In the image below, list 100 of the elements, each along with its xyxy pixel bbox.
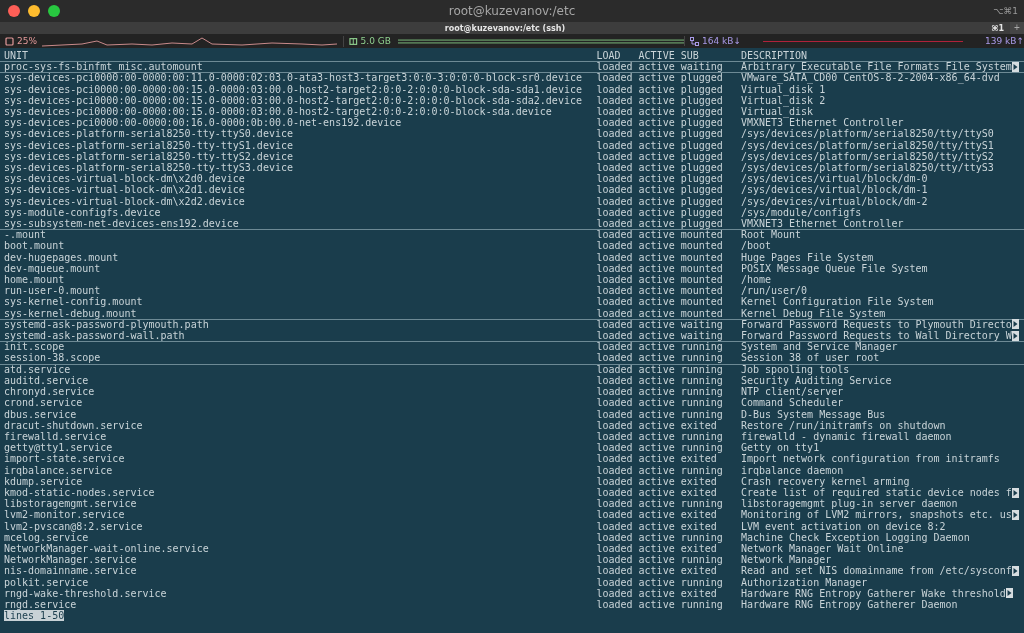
load-cell-text: loaded [596,341,634,353]
active-cell-text: active [638,150,676,163]
unit-cell-text: sys-devices-platform-serial8250-tty-ttyS0.device [4,128,293,140]
load-cell-text: loaded [596,386,634,398]
unit-cell-text: boot.mount [4,240,66,252]
sub-cell-text: exited [680,542,717,555]
unit-cell-text: chronyd.service [4,386,96,398]
description-cell: Huge Pages File System [740,251,874,263]
unit-cell-text: dev-mqueue.mount [4,262,101,275]
load-cell-text: loaded [596,374,634,387]
sub-cell-text: exited [680,520,718,532]
load-cell-text: loaded [596,498,634,510]
active-cell-text: active [638,464,676,476]
description-cell: Restore /run/initramfs on shutdown [740,419,946,431]
description-cell: System and Service Manager [740,341,898,353]
active-cell-text: active [638,554,676,566]
sub-cell-text: plugged [680,206,724,219]
load-cell-text: loaded [596,251,634,263]
close-button[interactable] [8,5,20,17]
unit-cell-text: sys-devices-platform-serial8250-tty-ttyS3.device [4,162,294,174]
sub-cell-text: running [680,430,724,443]
description-cell: Create list of required static device nodes f [740,486,1012,499]
unit-cell-text: crond.service [4,397,83,409]
sub-cell-text: running [680,352,724,364]
description-cell: Session 38 of user root [740,352,880,364]
active-cell-text: active [638,341,676,353]
active-cell-text: active [638,139,676,151]
active-cell-text: active [638,318,676,331]
upload-rate: 139 kB↑ [985,36,1024,46]
load-cell-text: loaded [596,565,634,577]
load-cell-text: loaded [596,419,634,431]
load-cell-text: loaded [596,240,634,252]
active-cell-text: active [638,218,676,230]
unit-cell-text: import-state.service [4,453,126,465]
sub-cell-text: running [680,386,724,398]
description-cell: Command Scheduler [740,397,844,409]
load-cell-text: loaded [596,307,634,319]
load-cell-text: loaded [596,274,634,286]
new-tab-button[interactable]: + [1010,22,1024,34]
load-cell-text: loaded [596,117,634,129]
active-cell-text: active [638,330,676,342]
load-cell-text: loaded [596,352,634,364]
unit-cell-text: systemd-ask-password-plymouth.path [4,318,210,331]
active-cell-text: active [638,408,676,420]
sub-cell-text: plugged [680,128,724,140]
sub-cell-text: running [680,442,724,454]
active-cell-text: active [638,83,676,95]
unit-cell-text: dev-hugepages.mount [4,251,120,263]
active-cell-text: active [638,430,676,443]
load-cell-text: loaded [596,139,634,151]
load-cell-text: loaded [596,150,634,163]
column-header: LOAD [596,50,622,62]
load-cell-text: loaded [596,453,634,465]
description-cell: Arbitrary Executable File Formats File System [740,61,1012,73]
description-cell: Job spooling tools [740,363,850,375]
description-cell: firewalld - dynamic firewall daemon [740,430,952,443]
load-cell-text: loaded [596,128,634,140]
description-cell: Virtual_disk 2 [740,94,826,106]
active-cell-text: active [638,531,676,543]
active-cell-text: active [638,117,676,129]
description-cell: Forward Password Requests to Plymouth Directo [740,318,1012,331]
active-cell-text: active [638,296,676,308]
active-cell-text: active [638,173,676,185]
sub-cell-text: plugged [680,117,724,129]
sub-cell-text: plugged [680,72,724,84]
load-cell-text: loaded [596,162,634,174]
unit-cell-text: systemd-ask-password-wall.path [4,330,186,342]
sub-cell-text: running [680,498,724,510]
sub-cell-text: exited [680,565,717,577]
sub-cell-text: running [680,397,724,409]
minimize-button[interactable] [28,5,40,17]
unit-cell-text: run-user-0.mount [4,285,102,297]
unit-cell-text: lvm2-pvscan@8:2.service [4,520,144,532]
active-cell-text: active [638,363,676,375]
sub-cell-text: mounted [680,240,724,252]
description-cell: Hardware RNG Entropy Gatherer Daemon [740,598,958,611]
description-cell: Virtual_disk 1 [740,83,826,95]
sub-cell-text: running [680,363,724,375]
zoom-button[interactable] [48,5,60,17]
unit-cell-text: sys-devices-virtual-block-dm\x2d1.device [4,184,246,196]
sub-cell-text: exited [680,509,717,521]
unit-cell-text: libstoragemgmt.service [4,498,138,510]
load-cell-text: loaded [596,318,634,331]
unit-cell-text: sys-devices-virtual-block-dm\x2d0.device [4,173,245,185]
active-cell-text: active [638,598,676,611]
description-cell: Kernel Debug File System [740,307,886,319]
unit-cell-text: nis-domainname.service [4,565,138,577]
active-cell-text: active [638,576,676,588]
active-cell-text: active [638,128,676,140]
load-cell-text: loaded [596,229,634,241]
unit-cell-text: init.scope [4,341,65,353]
description-cell: Getty on tty1 [740,442,820,454]
load-cell-text: loaded [596,397,634,409]
description-cell: POSIX Message Queue File System [740,262,928,275]
unit-cell-text: atd.service [4,363,72,375]
unit-cell-text: NetworkManager.service [4,554,137,566]
active-cell-text: active [638,285,676,297]
pager-status: lines 1-50 [4,610,65,622]
active-cell-text: active [638,262,676,275]
unit-cell-text: sys-devices-pci0000:00-0000:00:15.0-0000:03:00.0-host2-target2:0:0-2:0:0:0-block-sda.device [4,106,552,118]
